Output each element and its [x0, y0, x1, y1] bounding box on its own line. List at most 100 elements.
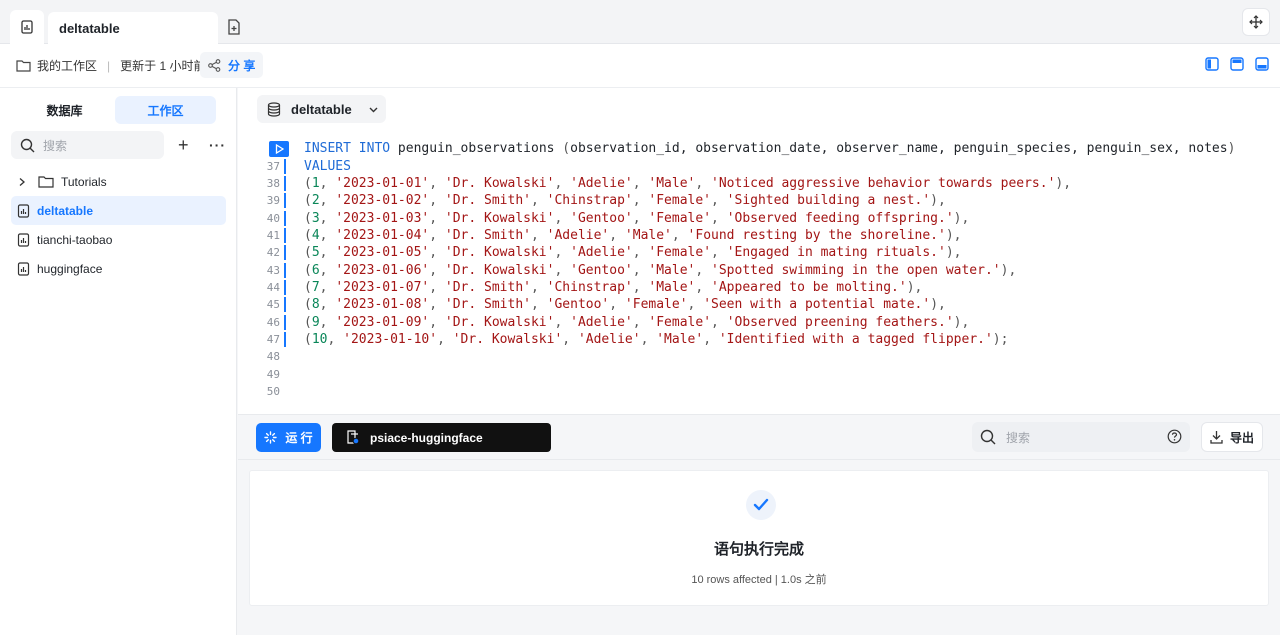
code-token: 'Dr. Kowalski'	[444, 314, 555, 330]
line-number: 40	[266, 211, 280, 225]
code-text: (8, '2023-01-08', 'Dr. Smith', 'Gentoo',…	[284, 297, 946, 313]
result-search-input[interactable]: 搜索	[972, 422, 1190, 452]
code-token: ,	[437, 331, 453, 347]
workspace-tree: Tutorials deltatable tianchi-taobao hugg…	[11, 167, 226, 284]
more-button[interactable]: ···	[209, 138, 226, 152]
code-line: 47 (10, '2023-01-10', 'Dr. Kowalski', 'Ad…	[258, 331, 1258, 348]
code-token: '2023-01-04'	[335, 227, 430, 243]
move-icon	[1249, 15, 1263, 29]
code-token: ,	[429, 297, 445, 313]
code-token: 10	[311, 331, 328, 347]
code-token: ),	[930, 297, 946, 313]
folder-icon	[38, 176, 54, 188]
tree-item-label: tianchi-taobao	[37, 233, 113, 248]
code-token: ,	[429, 193, 445, 209]
panel-left-icon	[1205, 57, 1219, 71]
code-line: 48	[258, 348, 1258, 365]
share-label: 分 享	[228, 58, 256, 73]
tab-database[interactable]: 数据库	[14, 96, 115, 124]
add-button[interactable]: +	[178, 136, 192, 154]
code-text: (7, '2023-01-07', 'Dr. Smith', 'Chinstra…	[284, 279, 922, 295]
code-token: 2	[311, 193, 320, 209]
code-token: 9	[311, 314, 320, 330]
code-token: ,	[632, 193, 649, 209]
layout-bottom-panel-button[interactable]	[1254, 56, 1270, 72]
connection-icon	[347, 430, 360, 445]
code-token: ),	[953, 210, 970, 226]
code-token: 'Male'	[648, 279, 696, 295]
code-token: ,	[530, 297, 547, 313]
tree-item-deltatable[interactable]: deltatable	[11, 196, 226, 226]
code-token: ,	[319, 279, 336, 295]
code-token: 'Found resting by the shoreline.'	[687, 227, 946, 243]
tree-item-tianchi-taobao[interactable]: tianchi-taobao	[11, 226, 226, 255]
tree-item-huggingface[interactable]: huggingface	[11, 255, 226, 284]
line-number: 46	[266, 315, 280, 329]
code-area[interactable]: INSERT INTO penguin_observations (observ…	[258, 140, 1258, 400]
run-label: 运 行	[285, 431, 313, 445]
code-token: 'Female'	[648, 193, 712, 209]
code-token: ,	[429, 279, 445, 295]
database-name: deltatable	[291, 101, 352, 117]
code-token: ,	[319, 297, 336, 313]
export-button[interactable]: 导出	[1201, 422, 1263, 452]
code-token: ,	[530, 193, 547, 209]
notebook-icon	[21, 20, 33, 34]
code-token: ,	[429, 262, 445, 278]
code-token: 5	[311, 245, 320, 261]
code-token: 'Adelie'	[570, 175, 633, 191]
sql-editor[interactable]: deltatable INSERT INTO penguin_observati…	[238, 88, 1280, 414]
code-token: (	[304, 245, 312, 261]
code-token: ,	[429, 314, 445, 330]
line-number: 42	[266, 246, 280, 260]
search-icon	[980, 429, 996, 445]
code-line: 38 (1, '2023-01-01', 'Dr. Kowalski', 'Ade…	[258, 175, 1258, 192]
database-select[interactable]: deltatable	[257, 95, 386, 123]
notebook-icon	[17, 233, 30, 247]
export-label: 导出	[1229, 430, 1254, 445]
code-text: (3, '2023-01-03', 'Dr. Kowalski', 'Gento…	[284, 210, 970, 226]
expand-button[interactable]	[1242, 8, 1270, 36]
code-token: ),	[1055, 175, 1072, 191]
code-token: (	[304, 314, 312, 330]
code-token: 'Male'	[648, 262, 696, 278]
sidebar-search-input[interactable]: 搜索	[11, 131, 164, 159]
tab-deltatable[interactable]: deltatable	[48, 12, 218, 44]
code-token: ,	[319, 175, 336, 191]
code-token: ,	[695, 262, 712, 278]
code-token: 'Sighted building a nest.'	[726, 193, 931, 209]
share-button[interactable]: 分 享	[200, 52, 264, 78]
code-token: ,	[429, 227, 445, 243]
code-token: 'Dr. Smith'	[444, 193, 531, 209]
code-token: ,	[640, 331, 657, 347]
run-cell-marker[interactable]	[269, 141, 289, 157]
code-text: (5, '2023-01-05', 'Dr. Kowalski', 'Adeli…	[284, 245, 962, 261]
tree-item-label: deltatable	[37, 203, 94, 218]
code-text: VALUES	[284, 158, 351, 174]
code-token: ,	[711, 245, 727, 261]
code-token: 'Chinstrap'	[546, 193, 633, 209]
help-icon[interactable]	[1167, 429, 1182, 444]
tab-workspace[interactable]: 工作区	[115, 96, 216, 124]
result-title: 语句执行完成	[713, 541, 804, 558]
notebook-tab-icon-button[interactable]	[10, 10, 44, 44]
workspace-link[interactable]: 我的工作区	[37, 57, 97, 74]
code-token: 'Observed feeding offspring.'	[726, 210, 954, 226]
run-button[interactable]: 运 行	[256, 423, 321, 452]
code-token: (	[304, 175, 312, 191]
code-token: 'Female'	[648, 210, 712, 226]
code-token: '2023-01-07'	[335, 279, 430, 295]
tab-bar: deltatable	[0, 0, 1280, 44]
chevron-down-icon	[369, 107, 378, 112]
connection-select[interactable]: psiace-huggingface	[332, 423, 551, 452]
sidebar-tabs: 数据库 工作区	[14, 96, 216, 124]
layout-top-panel-button[interactable]	[1229, 56, 1245, 72]
code-token: ,	[703, 331, 719, 347]
tree-item-tutorials[interactable]: Tutorials	[11, 167, 226, 196]
layout-left-panel-button[interactable]	[1204, 56, 1220, 72]
code-token: ,	[711, 314, 727, 330]
new-tab-button[interactable]	[224, 17, 244, 37]
code-token: (	[304, 262, 312, 278]
code-token: 'Adelie'	[577, 331, 641, 347]
